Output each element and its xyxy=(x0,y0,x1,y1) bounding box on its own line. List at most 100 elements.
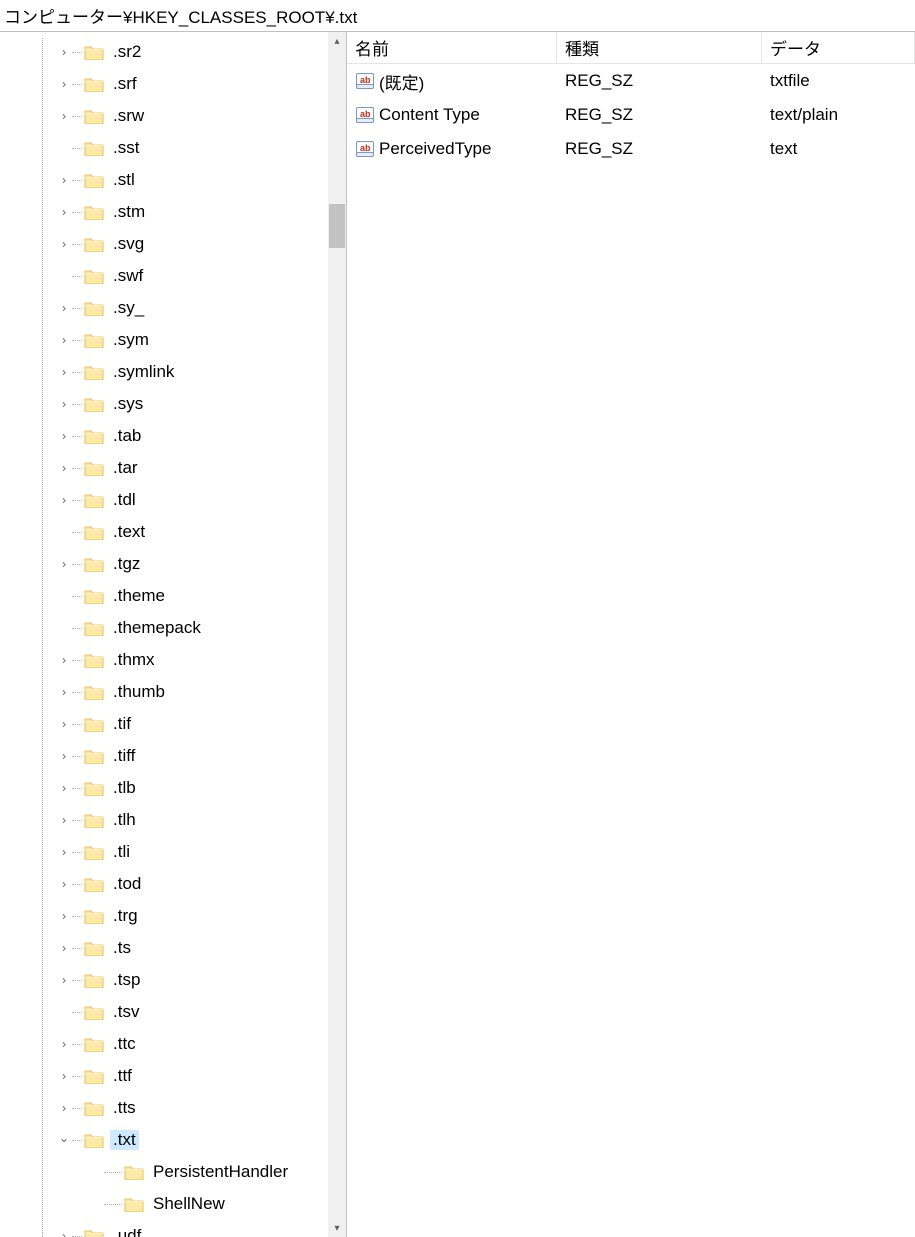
expand-icon[interactable]: › xyxy=(56,461,72,475)
expand-icon[interactable]: › xyxy=(56,429,72,443)
expand-icon[interactable]: › xyxy=(56,77,72,91)
tree-item-label: .ts xyxy=(110,938,134,958)
tree-item[interactable]: ›.tsp xyxy=(0,964,346,996)
tree-item[interactable]: ›.trg xyxy=(0,900,346,932)
tree-pane[interactable]: ›.sr2›.srf›.srw.sst›.stl›.stm›.svg.swf›.… xyxy=(0,32,347,1237)
tree-item[interactable]: ›.srw xyxy=(0,100,346,132)
expand-icon[interactable]: › xyxy=(56,237,72,251)
tree-item[interactable]: ›.stl xyxy=(0,164,346,196)
collapse-icon[interactable]: ⌄ xyxy=(56,1131,72,1145)
list-row[interactable]: Content TypeREG_SZtext/plain xyxy=(347,98,915,132)
tree-item[interactable]: ›.svg xyxy=(0,228,346,260)
tree-item[interactable]: ›.thumb xyxy=(0,676,346,708)
tree-connector xyxy=(72,340,82,341)
expand-icon[interactable]: › xyxy=(56,813,72,827)
tree-item[interactable]: .themepack xyxy=(0,612,346,644)
expand-icon[interactable]: › xyxy=(56,1101,72,1115)
expand-icon[interactable]: › xyxy=(56,333,72,347)
tree-item[interactable]: ›.ttf xyxy=(0,1060,346,1092)
string-value-icon xyxy=(355,105,375,125)
tree-connector xyxy=(72,148,82,149)
scroll-thumb[interactable] xyxy=(329,204,345,248)
tree-item[interactable]: ⌄.txt xyxy=(0,1124,346,1156)
tree-item[interactable]: ›.sys xyxy=(0,388,346,420)
tree-item[interactable]: ›.srf xyxy=(0,68,346,100)
expand-icon[interactable]: › xyxy=(56,653,72,667)
expand-icon[interactable]: › xyxy=(56,717,72,731)
tree-item[interactable]: ›.symlink xyxy=(0,356,346,388)
tree-item[interactable]: ›.tgz xyxy=(0,548,346,580)
tree-item-label: .themepack xyxy=(110,618,204,638)
tree-item[interactable]: ›.tli xyxy=(0,836,346,868)
tree-item-label: .tsv xyxy=(110,1002,142,1022)
expand-icon[interactable]: › xyxy=(56,205,72,219)
values-pane[interactable]: 名前 種類 データ (既定)REG_SZtxtfileContent TypeR… xyxy=(347,32,915,1237)
tree-item[interactable]: .swf xyxy=(0,260,346,292)
folder-icon xyxy=(84,1036,104,1052)
tree-scrollbar[interactable]: ▴ ▾ xyxy=(328,32,346,1237)
tree-item[interactable]: ›.tar xyxy=(0,452,346,484)
folder-icon xyxy=(84,588,104,604)
tree-item[interactable]: ›.sy_ xyxy=(0,292,346,324)
scroll-up-icon[interactable]: ▴ xyxy=(328,32,346,50)
expand-icon[interactable]: › xyxy=(56,845,72,859)
expand-icon[interactable]: › xyxy=(56,781,72,795)
expand-icon[interactable]: › xyxy=(56,877,72,891)
tree-item[interactable]: .tsv xyxy=(0,996,346,1028)
list-row[interactable]: (既定)REG_SZtxtfile xyxy=(347,64,915,98)
expand-icon[interactable]: › xyxy=(56,493,72,507)
tree-connector xyxy=(72,1076,82,1077)
expand-icon[interactable]: › xyxy=(56,1037,72,1051)
tree-item[interactable]: ›.tlh xyxy=(0,804,346,836)
tree-item[interactable]: ›.udf xyxy=(0,1220,346,1237)
tree-item[interactable]: ›.sym xyxy=(0,324,346,356)
tree-item-label: .tod xyxy=(110,874,144,894)
expand-icon[interactable]: › xyxy=(56,749,72,763)
tree-item-label: ShellNew xyxy=(150,1194,228,1214)
tree-item[interactable]: PersistentHandler xyxy=(0,1156,346,1188)
expand-icon[interactable]: › xyxy=(56,909,72,923)
expand-icon[interactable]: › xyxy=(56,973,72,987)
expand-icon[interactable]: › xyxy=(56,109,72,123)
scroll-down-icon[interactable]: ▾ xyxy=(328,1219,346,1237)
tree-item[interactable]: ›.tlb xyxy=(0,772,346,804)
expand-icon[interactable]: › xyxy=(56,397,72,411)
expand-icon[interactable]: › xyxy=(56,45,72,59)
list-row[interactable]: PerceivedTypeREG_SZtext xyxy=(347,132,915,166)
tree-item[interactable]: ›.tif xyxy=(0,708,346,740)
tree-connector xyxy=(72,788,82,789)
tree-item[interactable]: ›.thmx xyxy=(0,644,346,676)
value-data-cell: txtfile xyxy=(762,71,915,91)
tree-item[interactable]: .text xyxy=(0,516,346,548)
folder-icon xyxy=(84,364,104,380)
list-header[interactable]: 名前 種類 データ xyxy=(347,32,915,64)
expand-icon[interactable]: › xyxy=(56,365,72,379)
expand-icon[interactable]: › xyxy=(56,1229,72,1237)
tree-item[interactable]: ›.sr2 xyxy=(0,36,346,68)
tree-item[interactable]: .sst xyxy=(0,132,346,164)
expand-icon[interactable]: › xyxy=(56,1069,72,1083)
tree-item[interactable]: ›.ttc xyxy=(0,1028,346,1060)
tree-item[interactable]: › .tod xyxy=(0,868,346,900)
expand-icon[interactable]: › xyxy=(56,301,72,315)
tree-item[interactable]: ›.tiff xyxy=(0,740,346,772)
folder-icon xyxy=(84,524,104,540)
tree-item[interactable]: .theme xyxy=(0,580,346,612)
column-header-type[interactable]: 種類 xyxy=(557,32,762,63)
column-header-name[interactable]: 名前 xyxy=(347,32,557,63)
column-header-data[interactable]: データ xyxy=(762,32,915,63)
tree-item[interactable]: ›.stm xyxy=(0,196,346,228)
content-area: ›.sr2›.srf›.srw.sst›.stl›.stm›.svg.swf›.… xyxy=(0,32,915,1237)
address-bar[interactable]: コンピューター¥HKEY_CLASSES_ROOT¥.txt xyxy=(0,0,915,32)
value-name-text: PerceivedType xyxy=(379,139,491,159)
expand-icon[interactable]: › xyxy=(56,557,72,571)
tree-item[interactable]: › .ts xyxy=(0,932,346,964)
tree-item[interactable]: ›.tab xyxy=(0,420,346,452)
tree-item[interactable]: ›.tdl xyxy=(0,484,346,516)
expand-icon[interactable]: › xyxy=(56,941,72,955)
tree-item[interactable]: ShellNew xyxy=(0,1188,346,1220)
expand-icon[interactable]: › xyxy=(56,173,72,187)
tree-item[interactable]: ›.tts xyxy=(0,1092,346,1124)
tree-connector xyxy=(72,820,82,821)
expand-icon[interactable]: › xyxy=(56,685,72,699)
